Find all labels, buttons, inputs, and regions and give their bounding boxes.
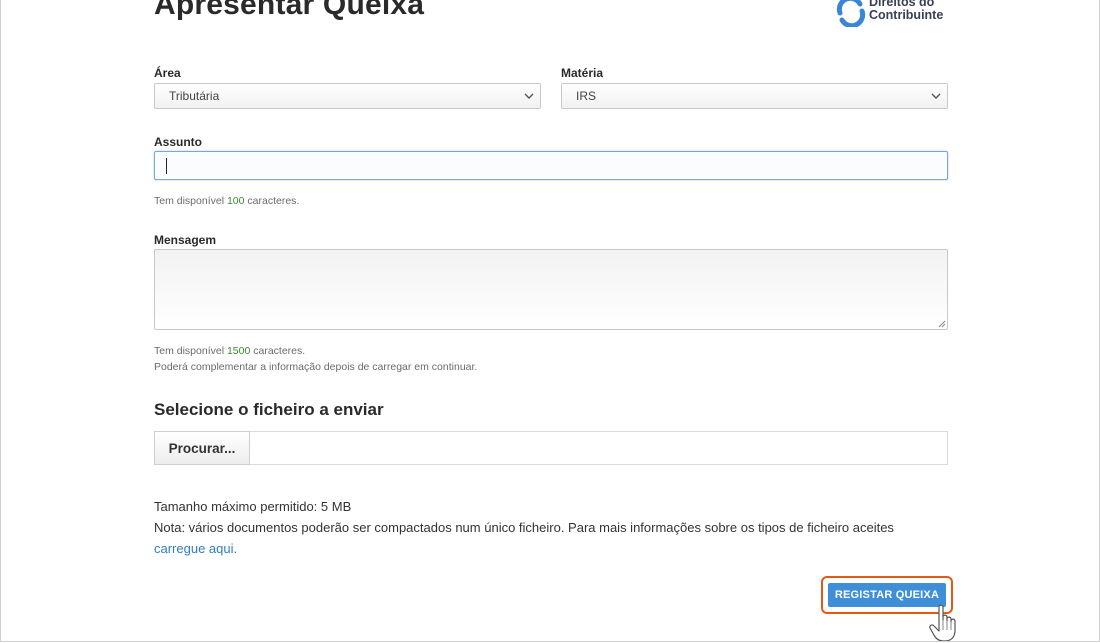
assunto-input[interactable]	[154, 151, 948, 180]
file-name-field	[154, 431, 948, 465]
browse-button[interactable]: Procurar...	[154, 431, 250, 465]
materia-select-value: IRS	[576, 89, 597, 103]
mensagem-hint-prefix: Tem disponível	[154, 345, 227, 357]
file-types-note-text: Nota: vários documentos poderão ser comp…	[154, 520, 894, 535]
page-frame: Apresentar Queixa Direitos do Contribuin…	[0, 0, 1100, 642]
materia-label: Matéria	[561, 66, 604, 80]
resize-handle-icon[interactable]	[938, 320, 946, 328]
logo-line-2: Contribuinte	[869, 8, 944, 22]
logo-text: Direitos do Contribuinte	[869, 0, 943, 22]
logo: Direitos do Contribuinte	[836, 0, 943, 27]
upload-info: Tamanho máximo permitido: 5 MB Nota: vár…	[154, 496, 944, 559]
area-select[interactable]: Tributária	[154, 83, 541, 109]
materia-select[interactable]: IRS	[561, 83, 948, 109]
file-types-note: Nota: vários documentos poderão ser comp…	[154, 517, 944, 559]
swirl-logo-icon	[836, 0, 866, 27]
area-select-value: Tributária	[169, 89, 220, 103]
file-types-link[interactable]: carregue aqui.	[154, 541, 237, 556]
mensagem-textarea[interactable]	[154, 249, 948, 330]
text-caret	[166, 158, 167, 174]
mensagem-hint: Tem disponível 1500 caracteres.	[154, 345, 305, 357]
assunto-hint-prefix: Tem disponível	[154, 195, 227, 207]
chevron-down-icon	[931, 93, 941, 99]
assunto-hint-suffix: caracteres.	[244, 195, 300, 207]
assunto-hint: Tem disponível 100 caracteres.	[154, 195, 299, 207]
assunto-char-count: 100	[226, 195, 245, 207]
page-title: Apresentar Queixa	[154, 0, 425, 21]
mensagem-label: Mensagem	[154, 233, 217, 247]
chevron-down-icon	[524, 93, 534, 99]
assunto-label: Assunto	[154, 135, 202, 149]
mensagem-hint-note: Poderá complementar a informação depois …	[154, 361, 478, 373]
max-size-text: Tamanho máximo permitido: 5 MB	[154, 499, 352, 514]
mensagem-hint-suffix: caracteres.	[250, 345, 306, 357]
hand-pointer-icon	[929, 604, 956, 641]
file-section-title: Selecione o ficheiro a enviar	[154, 400, 384, 419]
mensagem-char-count: 1500	[226, 345, 251, 357]
area-label: Área	[154, 66, 181, 80]
